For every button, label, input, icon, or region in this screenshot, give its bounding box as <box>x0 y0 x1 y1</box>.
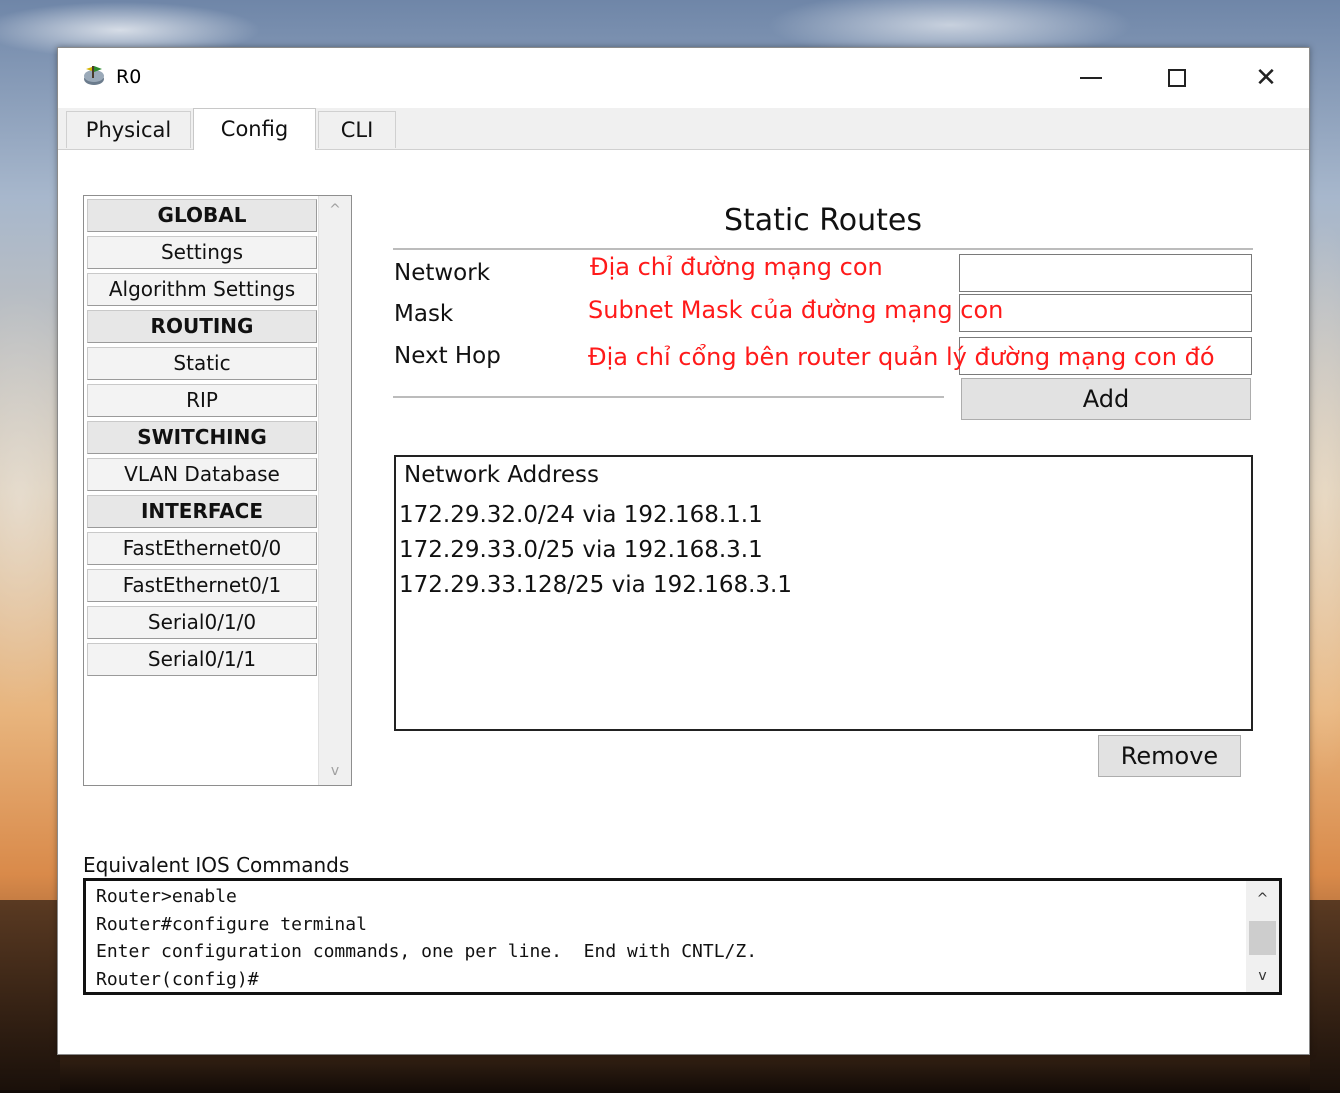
mask-annotation: Subnet Mask của đường mạng con <box>588 296 1004 324</box>
sidebar-item-serial0-1-0[interactable]: Serial0/1/0 <box>87 606 317 639</box>
config-panel: GLOBAL Settings Algorithm Settings ROUTI… <box>58 150 1309 1054</box>
sidebar-header-switching: SWITCHING <box>87 421 317 454</box>
window-title: R0 <box>116 66 142 88</box>
divider <box>393 396 944 398</box>
tab-cli[interactable]: CLI <box>318 111 396 148</box>
sidebar-header-interface: INTERFACE <box>87 495 317 528</box>
tab-physical[interactable]: Physical <box>66 111 191 148</box>
list-item[interactable]: 172.29.32.0/24 via 192.168.1.1 <box>399 502 763 528</box>
list-item[interactable]: 172.29.33.128/25 via 192.168.3.1 <box>399 572 792 598</box>
ios-command-lines: Router>enable Router#configure terminal En… <box>96 883 757 993</box>
divider <box>393 248 1253 250</box>
wallpaper-trees-left <box>0 900 60 1090</box>
network-annotation: Địa chỉ đường mạng con <box>590 253 883 281</box>
chevron-up-icon[interactable]: ^ <box>1246 887 1279 911</box>
sidebar-item-fastethernet0-0[interactable]: FastEthernet0/0 <box>87 532 317 565</box>
close-button[interactable]: ✕ <box>1236 56 1296 100</box>
ios-line: Router#configure terminal <box>96 913 367 935</box>
network-address-list[interactable]: Network Address 172.29.32.0/24 via 192.1… <box>394 455 1253 731</box>
sidebar-item-serial0-1-1[interactable]: Serial0/1/1 <box>87 643 317 676</box>
tab-config[interactable]: Config <box>193 108 316 150</box>
wallpaper-trees-right <box>1310 900 1340 1090</box>
config-sidebar: GLOBAL Settings Algorithm Settings ROUTI… <box>83 195 352 786</box>
scroll-thumb[interactable] <box>1249 921 1276 955</box>
tab-strip: Physical Config CLI <box>58 108 1309 150</box>
next-hop-annotation: Địa chỉ cổng bên router quản lý đường mạ… <box>588 343 1215 371</box>
sidebar-item-fastethernet0-1[interactable]: FastEthernet0/1 <box>87 569 317 602</box>
list-header: Network Address <box>404 462 599 488</box>
sidebar-header-routing: ROUTING <box>87 310 317 343</box>
maximize-button[interactable] <box>1147 56 1207 100</box>
minimize-button[interactable] <box>1061 56 1121 100</box>
chevron-up-icon[interactable]: ^ <box>319 198 351 222</box>
list-item[interactable]: 172.29.33.0/25 via 192.168.3.1 <box>399 537 763 563</box>
router-app-icon <box>84 66 104 85</box>
next-hop-label: Next Hop <box>394 343 501 369</box>
router-config-window: R0 ✕ Physical Config CLI GLOBAL Settings… <box>57 47 1310 1055</box>
page-title: Static Routes <box>723 203 923 238</box>
maximize-icon <box>1168 69 1186 87</box>
minimize-icon <box>1080 77 1102 79</box>
remove-button[interactable]: Remove <box>1098 735 1241 777</box>
sidebar-item-static[interactable]: Static <box>87 347 317 380</box>
sidebar-item-rip[interactable]: RIP <box>87 384 317 417</box>
chevron-down-icon[interactable]: v <box>1246 964 1279 988</box>
add-button[interactable]: Add <box>961 378 1251 420</box>
sidebar-scrollbar[interactable]: ^ v <box>318 196 351 785</box>
sidebar-header-global: GLOBAL <box>87 199 317 232</box>
ios-scrollbar[interactable]: ^ v <box>1246 881 1279 992</box>
sidebar-item-settings[interactable]: Settings <box>87 236 317 269</box>
ios-line: Router(config)# <box>96 968 259 990</box>
sidebar-item-vlan-database[interactable]: VLAN Database <box>87 458 317 491</box>
ios-commands-console[interactable]: Router>enable Router#configure terminal En… <box>83 878 1282 995</box>
ios-line: Router>enable <box>96 886 237 907</box>
close-icon: ✕ <box>1255 63 1277 93</box>
chevron-down-icon[interactable]: v <box>319 759 351 783</box>
sidebar-item-algorithm-settings[interactable]: Algorithm Settings <box>87 273 317 306</box>
network-label: Network <box>394 260 491 286</box>
ios-commands-label: Equivalent IOS Commands <box>83 853 350 877</box>
network-input[interactable] <box>959 254 1252 292</box>
ios-line: Enter configuration commands, one per li… <box>96 941 758 962</box>
mask-label: Mask <box>394 301 454 327</box>
sidebar-list: GLOBAL Settings Algorithm Settings ROUTI… <box>87 199 317 680</box>
title-bar[interactable]: R0 ✕ <box>58 48 1309 108</box>
